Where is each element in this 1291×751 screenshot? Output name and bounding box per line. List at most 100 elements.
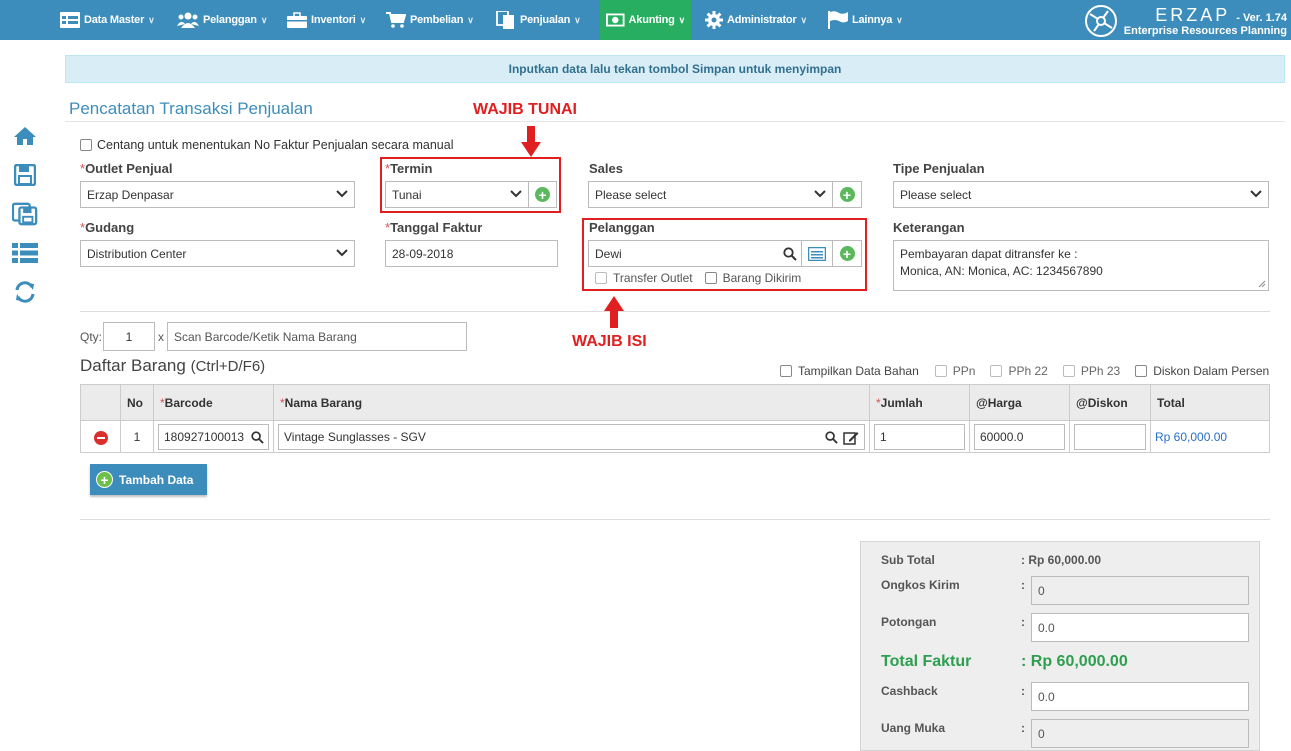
refresh-icon[interactable] [12,280,38,304]
total-faktur-label: Total Faktur [881,653,972,670]
chevron-down-icon [1250,190,1262,198]
barcode-value: 180927100013 [164,429,245,444]
barcode-search-input[interactable]: Scan Barcode/Ketik Nama Barang [167,322,467,351]
colon: : [1021,578,1025,592]
tampilkan-bahan-checkbox[interactable] [780,365,792,377]
cashback-input[interactable]: 0.0 [1031,682,1249,711]
add-termin-button[interactable]: + [528,181,557,208]
add-sales-button[interactable]: + [832,181,862,208]
nav-data-master[interactable]: Data Master ∨ [60,0,155,40]
barcode-input[interactable]: 180927100013 [158,423,269,450]
ongkos-kirim-label: Ongkos Kirim [881,578,960,592]
outlet-value: Erzap Denpasar [87,187,174,202]
ppn-checkbox[interactable] [934,365,947,377]
pelanggan-options: Transfer Outlet Barang Dikirim [595,271,801,285]
address-card-icon [808,246,826,261]
add-pelanggan-button[interactable]: + [832,240,862,267]
chevron-down-icon: ∨ [359,14,367,25]
daftar-barang-shortcut: (Ctrl+D/F6) [190,358,266,375]
remove-cell [80,420,121,453]
outlet-select[interactable]: Erzap Denpasar [80,181,355,208]
plus-circle-icon: + [839,246,855,261]
search-icon[interactable] [783,247,797,261]
nav-label: Lainnya [852,14,893,26]
nav-penjualan[interactable]: Penjualan ∨ [496,0,581,40]
tampilkan-bahan-label: Tampilkan Data Bahan [798,364,919,378]
gudang-select[interactable]: Distribution Center [80,240,355,267]
nav-label: Pembelian [410,14,464,26]
colon: : [1021,615,1025,629]
keterangan-line: Pembayaran dapat ditransfer ke : [900,247,1078,261]
arrow-down-icon [521,126,541,157]
flag-icon [828,11,848,29]
users-icon [177,12,199,28]
save-all-icon[interactable] [12,202,38,226]
barcode-cell: 180927100013 [153,420,274,453]
uang-muka-input[interactable]: 0 [1031,719,1249,748]
annotation-wajib-isi: WAJIB ISI [572,333,647,350]
items-table: No *Barcode *Nama Barang *Jumlah @Harga … [80,384,1270,453]
jumlah-input[interactable]: 1 [874,423,965,450]
nama-barang-input[interactable]: Vintage Sunglasses - SGV [278,423,865,450]
pelanggan-list-button[interactable] [801,240,833,267]
times-label: x [158,330,164,344]
tipe-label: Tipe Penjualan [893,161,985,176]
pph23-checkbox[interactable] [1062,365,1075,377]
nav-pembelian[interactable]: Pembelian ∨ [386,0,474,40]
chevron-down-icon: ∨ [467,14,474,25]
erzap-logo-icon [1084,5,1117,37]
gudang-value: Distribution Center [87,246,187,261]
home-icon[interactable] [12,124,38,148]
brand-subtitle: Enterprise Resources Planning [1123,25,1287,37]
diskon-input[interactable] [1074,423,1146,450]
pelanggan-input[interactable]: Dewi [588,240,803,267]
edit-icon[interactable] [843,430,859,445]
harga-input[interactable]: 60000.0 [974,423,1065,450]
tipe-select[interactable]: Please select [893,181,1269,208]
pph22-checkbox[interactable] [990,365,1003,377]
resize-handle-icon[interactable] [1258,280,1266,288]
remove-row-icon[interactable] [93,431,108,445]
nav-akunting[interactable]: Akunting ∨ [600,0,691,40]
tambah-data-button[interactable]: + Tambah Data [90,464,207,495]
outlet-label: *Outlet Penjual [80,161,173,176]
transfer-outlet-checkbox[interactable] [595,272,607,284]
termin-value: Tunai [392,187,422,202]
chevron-down-icon: ∨ [148,14,155,25]
termin-select[interactable]: Tunai [385,181,529,208]
qty-input[interactable]: 1 [103,322,155,351]
nav-pelanggan[interactable]: Pelanggan ∨ [177,0,267,40]
search-icon[interactable] [251,430,264,444]
list-icon[interactable] [12,241,38,265]
arrow-up-icon [604,296,624,328]
chevron-down-icon: ∨ [678,14,686,25]
nav-lainnya[interactable]: Lainnya ∨ [828,0,903,40]
potongan-input[interactable]: 0.0 [1031,613,1249,642]
pph23-label: PPh 23 [1080,364,1121,378]
chevron-down-icon: ∨ [896,14,903,25]
keterangan-textarea[interactable]: Pembayaran dapat ditransfer ke : Monica,… [893,240,1269,291]
barang-dikirim-label: Barang Dikirim [722,271,802,285]
barang-dikirim-checkbox[interactable] [704,272,717,284]
diskon-cell [1069,420,1151,453]
save-icon[interactable] [12,163,38,187]
search-icon[interactable] [825,430,838,444]
diskon-persen-checkbox[interactable] [1135,365,1148,377]
uang-muka-value: 0 [1038,726,1045,741]
manual-faktur-checkbox[interactable] [80,139,92,151]
daftar-barang-heading: Daftar Barang (Ctrl+D/F6) [80,356,265,376]
nama-cell: Vintage Sunglasses - SGV [273,420,870,453]
title-divider [65,121,1285,122]
colon: : [1021,721,1025,735]
col-total: Total [1150,384,1270,421]
col-no: No [120,384,154,421]
nav-inventori[interactable]: Inventori ∨ [287,0,366,40]
sales-select[interactable]: Please select [588,181,833,208]
chevron-down-icon: ∨ [260,14,268,25]
nav-administrator[interactable]: Administrator ∨ [705,0,807,40]
cashback-value: 0.0 [1038,689,1055,704]
ongkos-kirim-input[interactable]: 0 [1031,576,1249,605]
keterangan-label: Keterangan [893,220,965,235]
tanggal-input[interactable]: 28-09-2018 [385,240,558,267]
table-row: 1 180927100013 Vintage Sunglasses - SGV … [80,420,1270,453]
